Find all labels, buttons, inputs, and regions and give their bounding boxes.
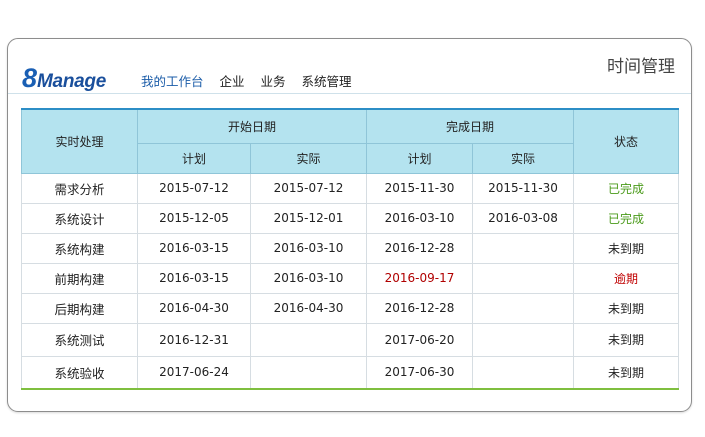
table-body: 需求分析 2015-07-12 2015-07-12 2015-11-30 20… — [21, 172, 680, 390]
start-actual: 2016-03-10 — [249, 262, 368, 294]
logo-digit: 8 — [22, 63, 38, 93]
task-name: 系统验收 — [21, 355, 138, 390]
finish-actual — [472, 232, 575, 264]
finish-actual — [472, 355, 575, 390]
start-plan: 2016-12-31 — [137, 322, 251, 357]
header-finish-plan: 计划 — [366, 142, 474, 174]
finish-plan: 2016-09-17 — [366, 262, 474, 294]
task-name: 系统构建 — [21, 232, 138, 264]
header-start-plan: 计划 — [137, 142, 251, 174]
header-finish-actual: 实际 — [472, 142, 575, 174]
table-row[interactable]: 需求分析 2015-07-12 2015-07-12 2015-11-30 20… — [21, 172, 680, 204]
header-realtime: 实时处理 — [21, 108, 138, 174]
finish-actual — [472, 292, 575, 324]
nav-item-business[interactable]: 业务 — [261, 71, 286, 89]
table-row[interactable]: 系统设计 2015-12-05 2015-12-01 2016-03-10 20… — [21, 202, 680, 234]
status-badge: 已完成 — [573, 172, 680, 204]
start-plan: 2015-07-12 — [137, 172, 251, 204]
table-row[interactable]: 后期构建 2016-04-30 2016-04-30 2016-12-28 未到… — [21, 292, 680, 324]
start-actual: 2015-12-01 — [249, 202, 368, 234]
table-row[interactable]: 系统构建 2016-03-15 2016-03-10 2016-12-28 未到… — [21, 232, 680, 264]
table-header: 实时处理 开始日期 完成日期 状态 计划 实际 计划 实际 — [21, 108, 680, 174]
start-actual — [249, 322, 368, 357]
table-row[interactable]: 系统验收 2017-06-24 2017-06-30 未到期 — [21, 355, 680, 390]
status-badge: 未到期 — [573, 292, 680, 324]
logo[interactable]: 8Manage — [22, 63, 106, 93]
task-name: 需求分析 — [21, 172, 138, 204]
status-badge: 未到期 — [573, 232, 680, 264]
header-start-date: 开始日期 — [136, 108, 368, 144]
table-row[interactable]: 前期构建 2016-03-15 2016-03-10 2016-09-17 逾期 — [21, 262, 680, 294]
status-badge: 未到期 — [573, 355, 680, 390]
start-plan: 2015-12-05 — [137, 202, 251, 234]
finish-plan: 2017-06-20 — [366, 322, 474, 357]
start-plan: 2016-03-15 — [137, 232, 251, 264]
start-actual: 2016-04-30 — [249, 292, 368, 324]
schedule-table: 实时处理 开始日期 完成日期 状态 计划 实际 计划 实际 需求分析 2015-… — [21, 108, 680, 390]
header-divider — [8, 93, 691, 94]
start-actual: 2016-03-10 — [249, 232, 368, 264]
start-plan: 2016-03-15 — [137, 262, 251, 294]
nav-item-system-admin[interactable]: 系统管理 — [302, 71, 352, 89]
status-badge: 未到期 — [573, 322, 680, 357]
task-name: 前期构建 — [21, 262, 138, 294]
task-name: 系统测试 — [21, 322, 138, 357]
start-actual: 2015-07-12 — [249, 172, 368, 204]
app-window: 8Manage 我的工作台 企业 业务 系统管理 时间管理 实时处理 开始日期 … — [7, 38, 692, 412]
status-badge: 逾期 — [573, 262, 680, 294]
finish-plan: 2015-11-30 — [366, 172, 474, 204]
finish-plan: 2017-06-30 — [366, 355, 474, 390]
finish-actual: 2016-03-08 — [472, 202, 575, 234]
task-name: 后期构建 — [21, 292, 138, 324]
finish-actual — [472, 322, 575, 357]
nav-item-workbench[interactable]: 我的工作台 — [141, 71, 204, 89]
finish-actual: 2015-11-30 — [472, 172, 575, 204]
header-start-actual: 实际 — [249, 142, 368, 174]
finish-plan: 2016-12-28 — [366, 232, 474, 264]
table-row[interactable]: 系统测试 2016-12-31 2017-06-20 未到期 — [21, 322, 680, 357]
finish-plan: 2016-03-10 — [366, 202, 474, 234]
status-badge: 已完成 — [573, 202, 680, 234]
start-actual — [249, 355, 368, 390]
logo-word: Manage — [37, 71, 106, 92]
header-finish-date: 完成日期 — [366, 108, 575, 144]
start-plan: 2016-04-30 — [137, 292, 251, 324]
finish-actual — [472, 262, 575, 294]
nav-item-enterprise[interactable]: 企业 — [220, 71, 245, 89]
top-nav: 我的工作台 企业 业务 系统管理 — [141, 71, 368, 89]
header-status: 状态 — [573, 108, 680, 174]
finish-plan: 2016-12-28 — [366, 292, 474, 324]
schedule-table-container: 实时处理 开始日期 完成日期 状态 计划 实际 计划 实际 需求分析 2015-… — [21, 108, 680, 390]
page-title: 时间管理 — [607, 57, 675, 77]
task-name: 系统设计 — [21, 202, 138, 234]
start-plan: 2017-06-24 — [137, 355, 251, 390]
